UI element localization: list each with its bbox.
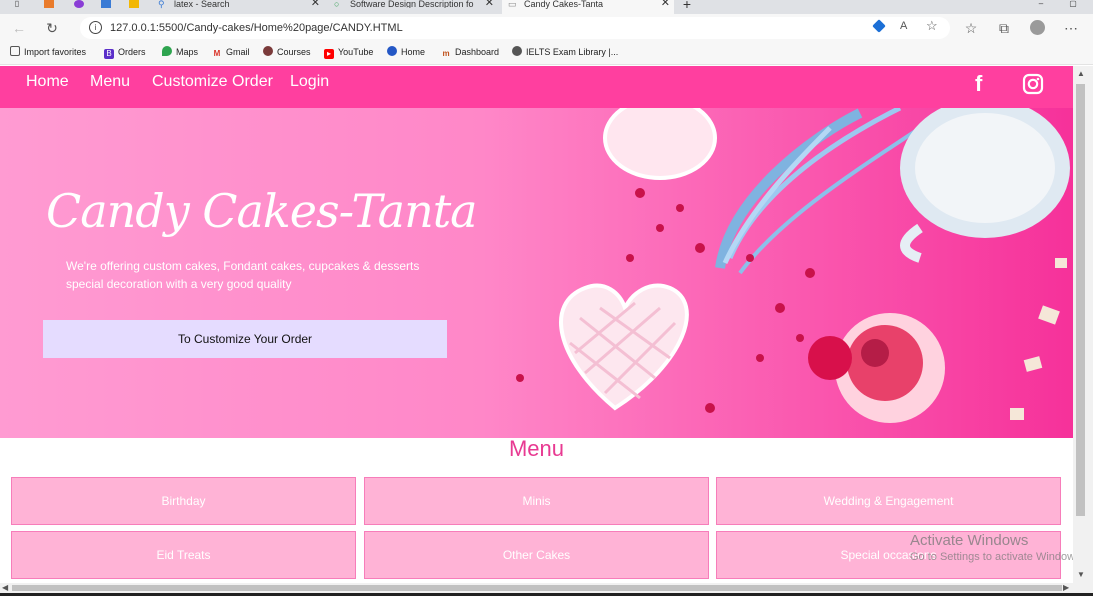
bookmark-dashboard[interactable]: m Dashboard — [441, 46, 499, 59]
favorites-icon[interactable]: ☆ — [962, 19, 980, 37]
bookmark-ielts[interactable]: IELTS Exam Library |... — [512, 46, 618, 59]
menu-card-minis[interactable]: Minis — [364, 477, 709, 525]
bookmark-home[interactable]: Home — [387, 46, 425, 59]
bookmarks-bar: Import favorites B Orders Maps M Gmail Cou… — [0, 42, 1093, 65]
bookmark-maps[interactable]: Maps — [162, 46, 198, 59]
baking-illustration — [516, 108, 1070, 423]
activate-windows-hint: Go to Settings to activate Windows. — [910, 551, 1084, 563]
menu-card-birthday[interactable]: Birthday — [11, 477, 356, 525]
horizontal-scrollbar[interactable]: ◀ ▶ — [0, 583, 1073, 593]
maps-pin-icon — [162, 46, 172, 56]
whisk-image — [715, 108, 922, 275]
scroll-down-arrow-icon[interactable]: ▼ — [1077, 570, 1085, 579]
horizontal-scroll-thumb[interactable] — [12, 585, 1062, 591]
scroll-right-arrow-icon[interactable]: ▶ — [1063, 583, 1069, 592]
close-tab-icon[interactable]: ✕ — [311, 0, 320, 9]
ielts-icon — [512, 46, 522, 56]
pinned-tab-icon[interactable] — [44, 0, 54, 8]
url-text[interactable]: 127.0.0.1:5500/Candy-cakes/Home%20page/C… — [110, 22, 403, 34]
gmail-icon: M — [213, 49, 221, 58]
courses-icon — [263, 46, 273, 56]
dashboard-icon: m — [442, 49, 450, 58]
more-menu-icon[interactable]: ⋯ — [1062, 19, 1080, 37]
pinned-tab-icon[interactable] — [74, 0, 84, 8]
cupcake-image — [808, 313, 945, 423]
browser-tab-strip: ▯ ⚲ latex - Search ✕ ○ Software Design D… — [0, 0, 1093, 14]
instagram-icon[interactable] — [1022, 73, 1044, 99]
add-favorite-icon[interactable]: ☆ — [926, 18, 938, 34]
profile-avatar-icon[interactable] — [1028, 19, 1046, 37]
youtube-icon: ▸ — [324, 49, 334, 59]
minimize-icon[interactable]: – — [1036, 0, 1046, 8]
pinned-tab-icon[interactable] — [129, 0, 139, 8]
close-tab-icon[interactable]: ✕ — [485, 0, 494, 9]
pinned-tab-icon[interactable] — [101, 0, 111, 8]
facebook-icon[interactable]: f — [975, 73, 982, 95]
collections-icon[interactable]: ⧉ — [995, 19, 1013, 37]
customize-order-button[interactable]: To Customize Your Order — [43, 320, 447, 358]
bookmark-courses[interactable]: Courses — [263, 46, 311, 59]
maximize-icon[interactable]: ▢ — [1068, 0, 1078, 8]
sugar-crystals-image — [1010, 258, 1067, 420]
price-tag-icon[interactable] — [872, 19, 886, 33]
menu-card-other-cakes[interactable]: Other Cakes — [364, 531, 709, 579]
hero-subtitle: We're offering custom cakes, Fondant cak… — [66, 259, 420, 291]
read-aloud-icon[interactable]: A — [900, 20, 907, 32]
new-tab-icon[interactable]: + — [682, 0, 692, 11]
bookmark-import-favorites[interactable]: Import favorites — [10, 46, 86, 59]
address-bar[interactable]: i 127.0.0.1:5500/Candy-cakes/Home%20page… — [80, 17, 950, 39]
scroll-up-arrow-icon[interactable]: ▲ — [1077, 69, 1085, 78]
scroll-left-arrow-icon[interactable]: ◀ — [2, 583, 8, 592]
tab-candy-cakes[interactable]: ▭ Candy Cakes-Tanta ✕ — [502, 0, 674, 14]
home-icon — [387, 46, 397, 56]
import-icon — [10, 46, 20, 56]
b-icon: B — [104, 49, 114, 59]
tab-software-design[interactable]: ○ Software Design Description for ✕ — [328, 0, 498, 14]
tab-favicon-icon: ○ — [334, 0, 340, 9]
address-toolbar: ← ↻ i 127.0.0.1:5500/Candy-cakes/Home%20… — [0, 14, 1093, 42]
nav-link-login[interactable]: Login — [290, 73, 329, 91]
tab-latex-search[interactable]: ⚲ latex - Search ✕ — [152, 0, 324, 14]
flour-cup-image — [900, 108, 1070, 263]
vertical-scrollbar[interactable]: ▲ ▼ — [1073, 66, 1093, 583]
search-icon: ⚲ — [158, 0, 165, 9]
nav-link-menu[interactable]: Menu — [90, 73, 130, 91]
hero-banner: Candy Cakes-Tanta We're offering custom … — [0, 108, 1073, 438]
cookie-top-image — [603, 108, 717, 180]
vertical-scroll-thumb[interactable] — [1076, 84, 1085, 516]
bookmark-youtube[interactable]: ▸ YouTube — [324, 46, 373, 59]
bookmark-gmail[interactable]: M Gmail — [212, 46, 250, 59]
nav-link-customize-order[interactable]: Customize Order — [152, 73, 273, 91]
activate-windows-watermark: Activate Windows — [910, 532, 1029, 549]
sidebar-toggle-icon[interactable]: ▯ — [12, 0, 22, 8]
bookmark-orders[interactable]: B Orders — [104, 46, 146, 59]
hero-title: Candy Cakes-Tanta — [46, 184, 478, 238]
site-navbar: Home Menu Customize Order Login f — [0, 66, 1073, 108]
menu-card-wedding-engagement[interactable]: Wedding & Engagement — [716, 477, 1061, 525]
back-icon[interactable]: ← — [10, 19, 28, 37]
heart-cookie-image — [559, 283, 689, 411]
web-page: Home Menu Customize Order Login f Candy … — [0, 66, 1073, 583]
refresh-icon[interactable]: ↻ — [43, 19, 61, 37]
nav-link-home[interactable]: Home — [26, 73, 69, 91]
close-tab-icon[interactable]: ✕ — [661, 0, 670, 9]
site-info-icon[interactable]: i — [89, 21, 102, 34]
menu-card-eid-treats[interactable]: Eid Treats — [11, 531, 356, 579]
tab-favicon-icon: ▭ — [508, 0, 517, 9]
menu-section-title: Menu — [508, 436, 565, 461]
